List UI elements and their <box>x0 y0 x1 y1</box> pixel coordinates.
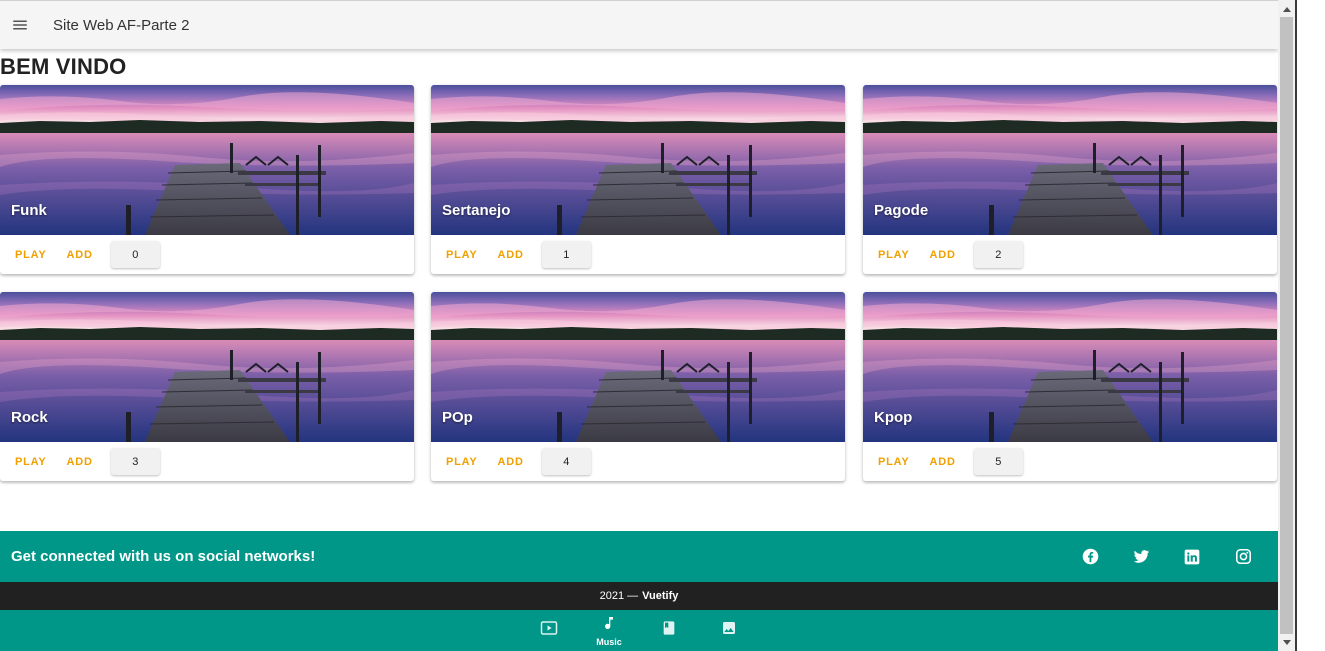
app-title: Site Web AF-Parte 2 <box>53 16 190 34</box>
genre-card: Rock PLAY ADD 3 <box>0 292 414 481</box>
copyright-year: 2021 — <box>599 590 639 602</box>
nav-item-book[interactable] <box>639 610 699 651</box>
hamburger-menu-icon[interactable] <box>0 5 40 45</box>
play-button[interactable]: PLAY <box>868 241 920 269</box>
vertical-scrollbar[interactable] <box>1278 0 1295 651</box>
linkedin-icon[interactable] <box>1182 547 1202 567</box>
nav-label-music: Music <box>596 636 622 647</box>
card-image: Funk <box>0 85 414 235</box>
window-edge <box>1295 0 1297 651</box>
card-image: Sertanejo <box>431 85 845 235</box>
bottom-navigation: Music <box>0 610 1278 651</box>
app-viewport: Site Web AF-Parte 2 BEM VINDO Funk PLAY … <box>0 0 1278 651</box>
add-button[interactable]: ADD <box>920 448 966 476</box>
scroll-up-arrow-icon[interactable] <box>1278 0 1295 17</box>
card-actions: PLAY ADD 3 <box>0 442 414 481</box>
twitter-icon[interactable] <box>1131 547 1151 567</box>
add-button[interactable]: ADD <box>920 241 966 269</box>
copyright-bar: 2021 — Vuetify <box>0 582 1278 610</box>
page-title: BEM VINDO <box>0 54 127 79</box>
genre-card: Funk PLAY ADD 0 <box>0 85 414 274</box>
play-button[interactable]: PLAY <box>436 241 488 269</box>
add-button[interactable]: ADD <box>57 241 103 269</box>
card-title: POp <box>442 409 473 426</box>
nav-item-music[interactable]: Music <box>579 610 639 651</box>
instagram-icon[interactable] <box>1233 547 1253 567</box>
count-button[interactable]: 5 <box>973 448 1023 475</box>
card-title: Pagode <box>874 202 929 219</box>
count-button[interactable]: 0 <box>110 241 160 268</box>
card-actions: PLAY ADD 5 <box>863 442 1277 481</box>
scrollbar-thumb[interactable] <box>1280 17 1293 634</box>
card-image: Pagode <box>863 85 1277 235</box>
scroll-down-arrow-icon[interactable] <box>1278 634 1295 651</box>
app-bar: Site Web AF-Parte 2 <box>0 0 1278 49</box>
nav-item-image[interactable] <box>699 610 759 651</box>
video-icon <box>540 619 558 642</box>
social-footer: Get connected with us on social networks… <box>0 531 1278 582</box>
play-button[interactable]: PLAY <box>436 448 488 476</box>
play-button[interactable]: PLAY <box>868 448 920 476</box>
card-title: Sertanejo <box>442 202 511 219</box>
add-button[interactable]: ADD <box>488 448 534 476</box>
play-button[interactable]: PLAY <box>5 241 57 269</box>
card-actions: PLAY ADD 4 <box>431 442 845 481</box>
facebook-icon[interactable] <box>1080 547 1100 567</box>
count-button[interactable]: 3 <box>110 448 160 475</box>
card-image: Rock <box>0 292 414 442</box>
social-text: Get connected with us on social networks… <box>11 548 316 565</box>
play-button[interactable]: PLAY <box>5 448 57 476</box>
card-title: Kpop <box>874 409 913 426</box>
add-button[interactable]: ADD <box>57 448 103 476</box>
card-actions: PLAY ADD 1 <box>431 235 845 274</box>
add-button[interactable]: ADD <box>488 241 534 269</box>
card-image: Kpop <box>863 292 1277 442</box>
count-button[interactable]: 4 <box>541 448 591 475</box>
genre-card: Sertanejo PLAY ADD 1 <box>431 85 845 274</box>
card-title: Rock <box>11 409 48 426</box>
card-image: POp <box>431 292 845 442</box>
count-button[interactable]: 1 <box>541 241 591 268</box>
genre-card: POp PLAY ADD 4 <box>431 292 845 481</box>
social-icons <box>1080 531 1253 582</box>
image-icon <box>721 620 737 641</box>
genre-card: Kpop PLAY ADD 5 <box>863 292 1277 481</box>
music-note-icon <box>601 615 617 636</box>
nav-item-video[interactable] <box>519 610 579 651</box>
card-actions: PLAY ADD 0 <box>0 235 414 274</box>
genre-card: Pagode PLAY ADD 2 <box>863 85 1277 274</box>
copyright-brand: Vuetify <box>642 590 679 602</box>
book-icon <box>661 620 677 641</box>
count-button[interactable]: 2 <box>973 241 1023 268</box>
card-actions: PLAY ADD 2 <box>863 235 1277 274</box>
card-title: Funk <box>11 202 47 219</box>
